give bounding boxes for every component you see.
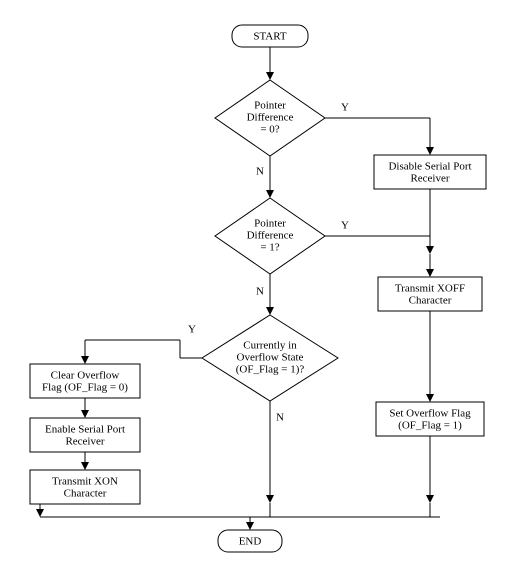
dec2-text1: Pointer [254, 218, 286, 230]
dec2-text3: = 1? [260, 242, 279, 254]
dec1-text2: Difference [247, 112, 294, 124]
p-disable-t1: Disable Serial Port [388, 161, 471, 173]
p-setof-t2: (OF_Flag = 1) [398, 420, 462, 432]
dec2-y-label: Y [341, 220, 349, 232]
dec1-text3: = 0? [260, 124, 279, 136]
dec2-n-label: N [256, 286, 264, 298]
p-txon-t1: Transmit XON [52, 476, 118, 488]
end-label: END [239, 536, 262, 548]
p-txoff-t1: Transmit XOFF [395, 283, 465, 295]
dec3-text1: Currently in [243, 340, 297, 352]
p-enable-t1: Enable Serial Port [45, 424, 125, 436]
dec3-n-label: N [276, 412, 284, 424]
dec3-y-label: Y [188, 324, 196, 336]
dec2-text2: Difference [247, 230, 294, 242]
p-enable-t2: Receiver [65, 436, 104, 448]
start-label: START [253, 31, 287, 43]
flowchart-svg: START Pointer Difference = 0? Y N Disabl… [0, 0, 516, 561]
p-txon-t2: Character [64, 488, 107, 500]
dec3-text3: (OF_Flag = 1)? [236, 364, 305, 376]
p-setof-t1: Set Overflow Flag [389, 408, 471, 420]
dec1-n-label: N [256, 166, 264, 178]
dec3-text2: Overflow State [237, 352, 304, 364]
p-txoff-t2: Character [409, 295, 452, 307]
p-clrof-t2: Flag (OF_Flag = 0) [42, 382, 128, 394]
dec1-y-label: Y [341, 102, 349, 114]
dec1-text1: Pointer [254, 100, 286, 112]
p-clrof-t1: Clear Overflow [51, 370, 120, 382]
p-disable-t2: Receiver [410, 173, 449, 185]
